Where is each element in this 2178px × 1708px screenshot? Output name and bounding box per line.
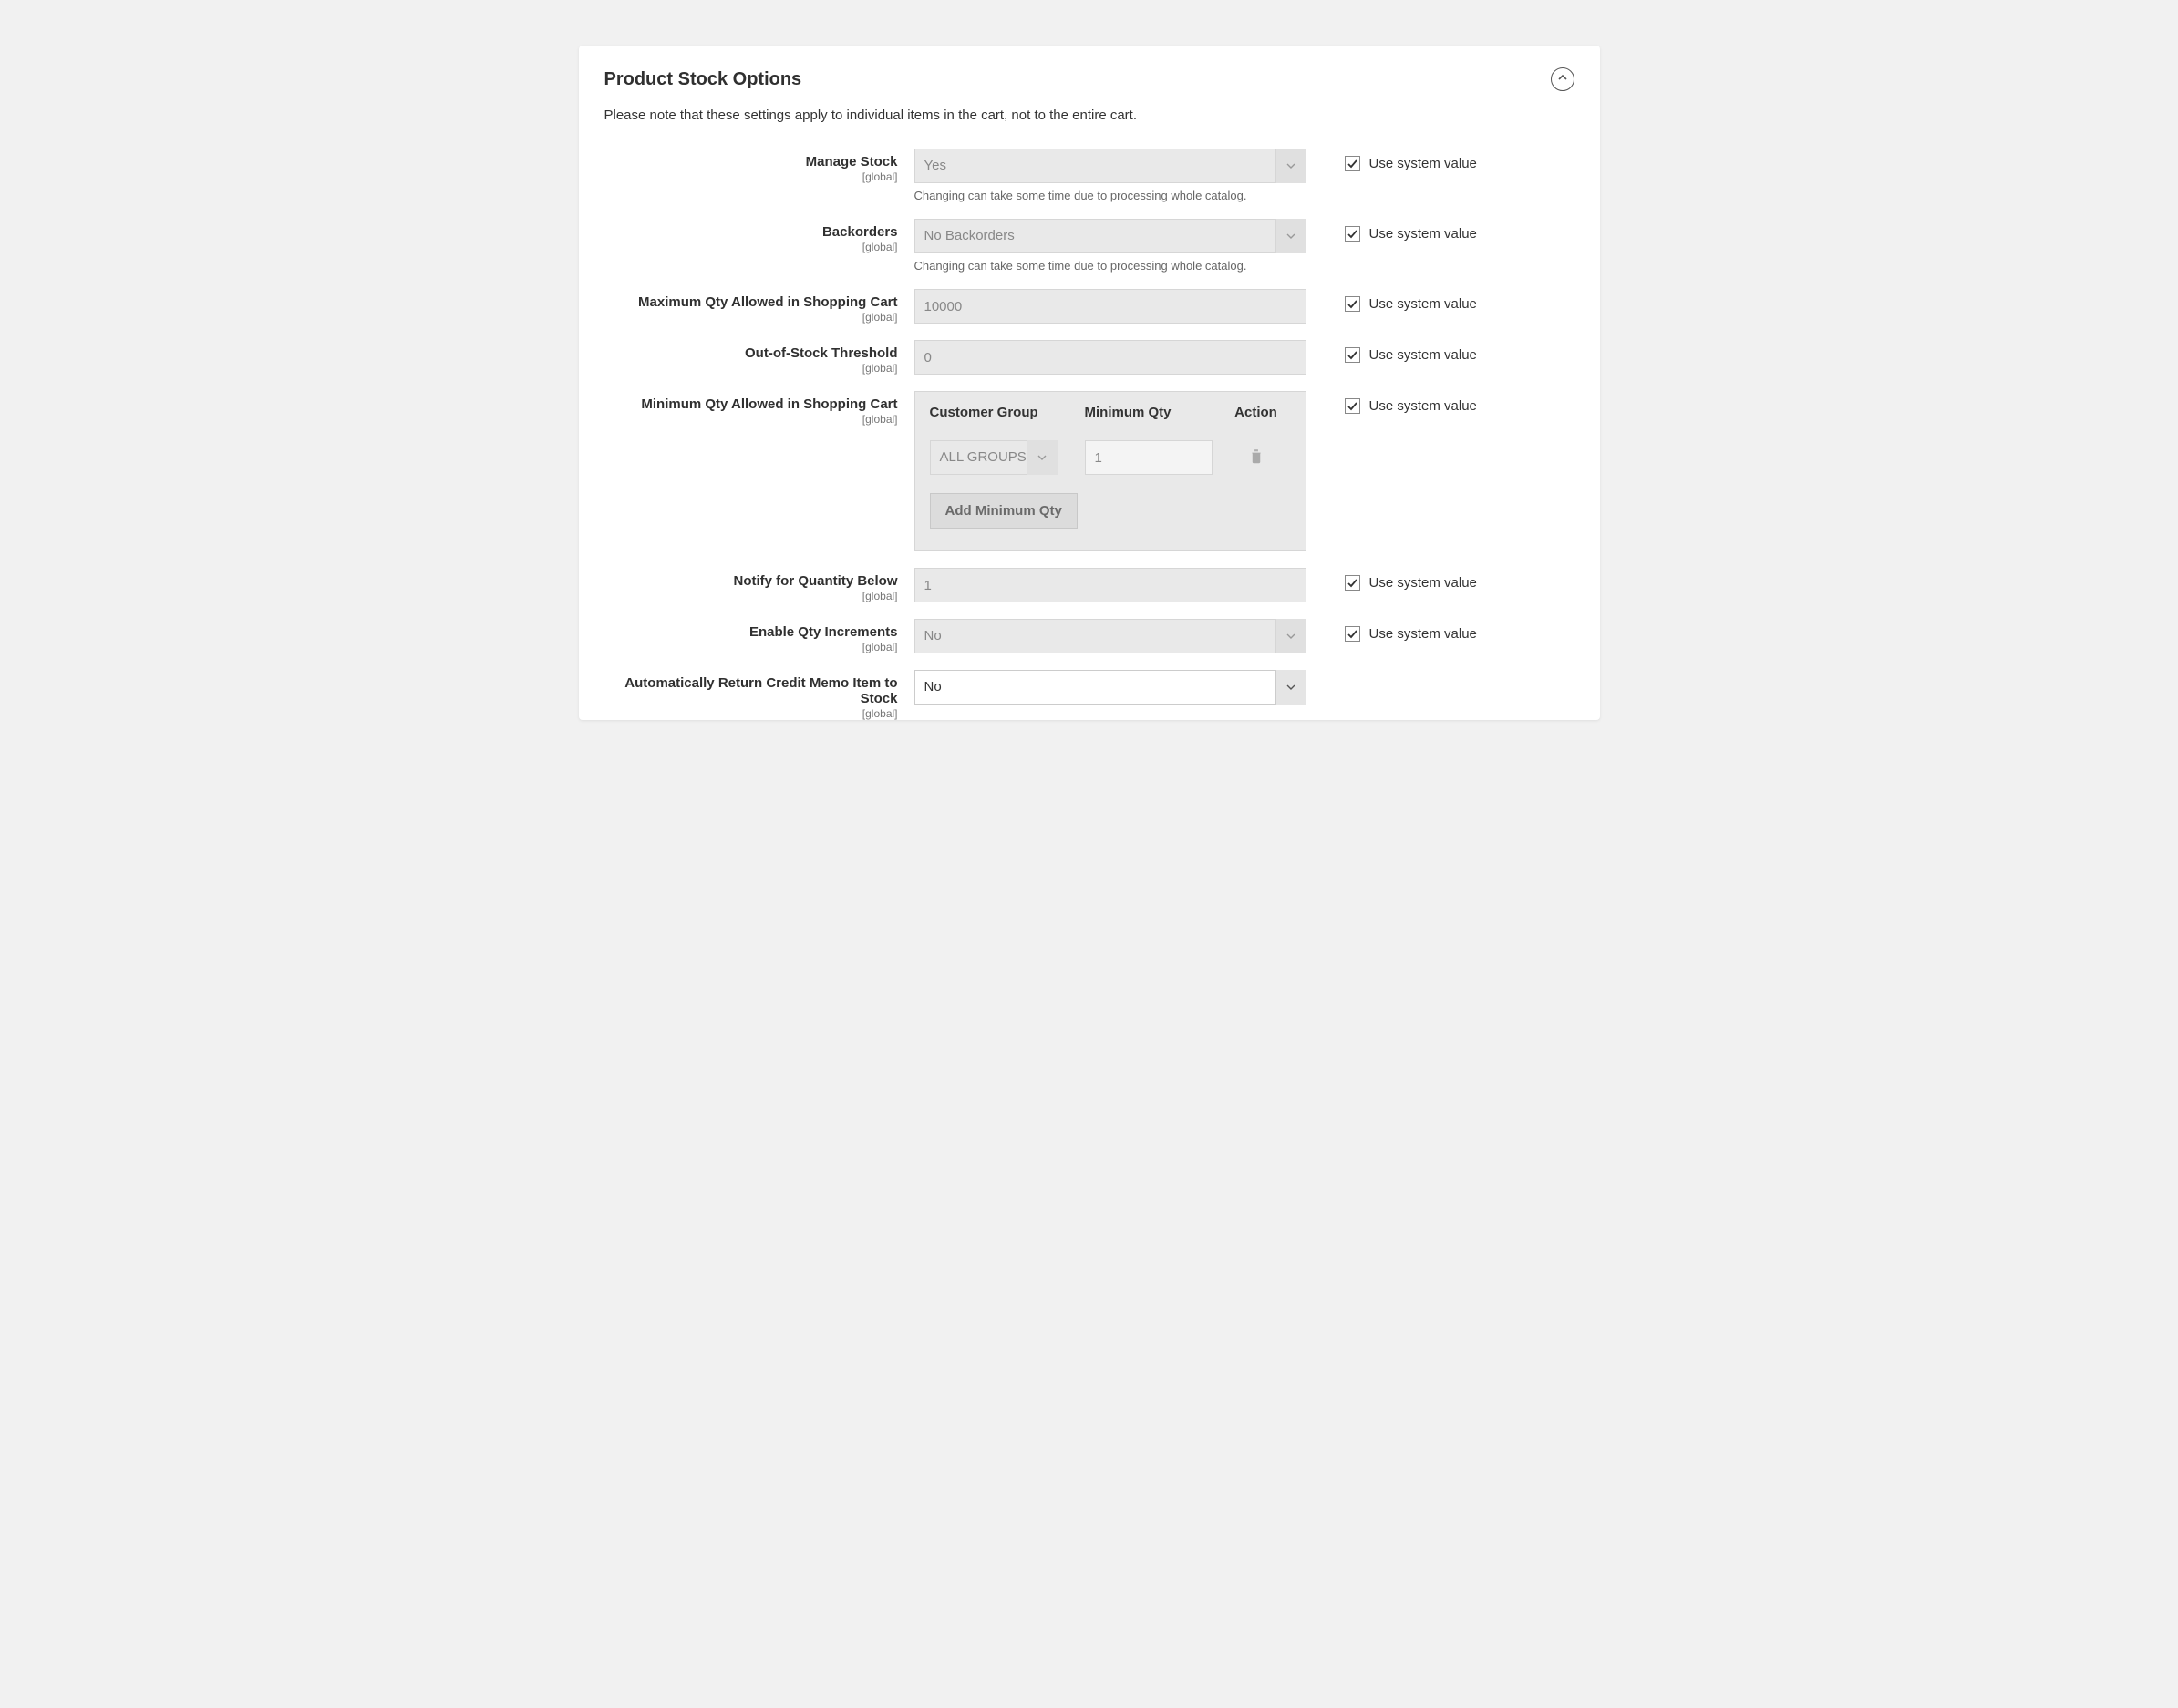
- input-row-min-qty[interactable]: [1085, 440, 1213, 475]
- input-notify-below[interactable]: [914, 568, 1306, 602]
- scope-backorders: [global]: [604, 241, 898, 253]
- label-use-system-qty-increments: Use system value: [1369, 626, 1477, 642]
- select-customer-group-value: ALL GROUPS: [930, 440, 1058, 475]
- label-backorders: Backorders: [604, 224, 898, 240]
- select-customer-group[interactable]: ALL GROUPS: [930, 440, 1058, 475]
- select-qty-increments[interactable]: No: [914, 619, 1306, 653]
- label-oos-threshold: Out-of-Stock Threshold: [604, 345, 898, 361]
- note-backorders: Changing can take some time due to proce…: [914, 259, 1306, 273]
- row-auto-return: Automatically Return Credit Memo Item to…: [604, 670, 1574, 720]
- label-auto-return: Automatically Return Credit Memo Item to…: [604, 675, 898, 706]
- col-action: Action: [1222, 405, 1291, 420]
- scope-min-qty: [global]: [604, 413, 898, 426]
- select-qty-increments-value: No: [914, 619, 1306, 653]
- panel-note: Please note that these settings apply to…: [604, 108, 1574, 123]
- label-manage-stock: Manage Stock: [604, 154, 898, 170]
- col-minimum-qty: Minimum Qty: [1085, 405, 1222, 420]
- scope-oos-threshold: [global]: [604, 362, 898, 375]
- checkbox-notify-below-system[interactable]: [1345, 575, 1360, 591]
- label-qty-increments: Enable Qty Increments: [604, 624, 898, 640]
- label-max-qty: Maximum Qty Allowed in Shopping Cart: [604, 294, 898, 310]
- checkbox-manage-stock-system[interactable]: [1345, 156, 1360, 171]
- label-use-system-min-qty: Use system value: [1369, 398, 1477, 414]
- select-manage-stock[interactable]: Yes: [914, 149, 1306, 183]
- trash-icon: [1247, 447, 1265, 469]
- chevron-up-icon: [1557, 71, 1568, 87]
- add-minimum-qty-button[interactable]: Add Minimum Qty: [930, 493, 1078, 529]
- collapse-toggle[interactable]: [1551, 67, 1574, 91]
- input-oos-threshold[interactable]: [914, 340, 1306, 375]
- label-min-qty: Minimum Qty Allowed in Shopping Cart: [604, 396, 898, 412]
- checkbox-min-qty-system[interactable]: [1345, 398, 1360, 414]
- row-qty-increments: Enable Qty Increments [global] No Use sy…: [604, 619, 1574, 653]
- select-backorders-value: No Backorders: [914, 219, 1306, 253]
- label-use-system-oos: Use system value: [1369, 347, 1477, 363]
- row-notify-below: Notify for Quantity Below [global] Use s…: [604, 568, 1574, 602]
- label-notify-below: Notify for Quantity Below: [604, 573, 898, 589]
- min-qty-table: Customer Group Minimum Qty Action ALL GR…: [914, 391, 1306, 551]
- scope-manage-stock: [global]: [604, 170, 898, 183]
- scope-auto-return: [global]: [604, 707, 898, 720]
- row-max-qty: Maximum Qty Allowed in Shopping Cart [gl…: [604, 289, 1574, 324]
- row-manage-stock: Manage Stock [global] Yes Changing can t…: [604, 149, 1574, 202]
- checkbox-backorders-system[interactable]: [1345, 226, 1360, 242]
- product-stock-options-panel: Product Stock Options Please note that t…: [579, 46, 1600, 720]
- row-oos-threshold: Out-of-Stock Threshold [global] Use syst…: [604, 340, 1574, 375]
- label-use-system-manage-stock: Use system value: [1369, 156, 1477, 171]
- select-auto-return[interactable]: No: [914, 670, 1306, 705]
- select-manage-stock-value: Yes: [914, 149, 1306, 183]
- col-customer-group: Customer Group: [930, 405, 1085, 420]
- checkbox-qty-increments-system[interactable]: [1345, 626, 1360, 642]
- select-backorders[interactable]: No Backorders: [914, 219, 1306, 253]
- row-min-qty: Minimum Qty Allowed in Shopping Cart [gl…: [604, 391, 1574, 551]
- min-qty-row: ALL GROUPS: [915, 433, 1306, 493]
- select-auto-return-value: No: [914, 670, 1306, 705]
- input-max-qty[interactable]: [914, 289, 1306, 324]
- label-use-system-backorders: Use system value: [1369, 226, 1477, 242]
- scope-qty-increments: [global]: [604, 641, 898, 653]
- label-use-system-max-qty: Use system value: [1369, 296, 1477, 312]
- panel-title: Product Stock Options: [604, 69, 802, 90]
- scope-max-qty: [global]: [604, 311, 898, 324]
- checkbox-max-qty-system[interactable]: [1345, 296, 1360, 312]
- note-manage-stock: Changing can take some time due to proce…: [914, 189, 1306, 202]
- row-backorders: Backorders [global] No Backorders Changi…: [604, 219, 1574, 273]
- panel-header: Product Stock Options: [604, 67, 1574, 91]
- min-qty-header: Customer Group Minimum Qty Action: [915, 392, 1306, 433]
- label-use-system-notify-below: Use system value: [1369, 575, 1477, 591]
- delete-row-button[interactable]: [1222, 447, 1291, 469]
- checkbox-oos-system[interactable]: [1345, 347, 1360, 363]
- scope-notify-below: [global]: [604, 590, 898, 602]
